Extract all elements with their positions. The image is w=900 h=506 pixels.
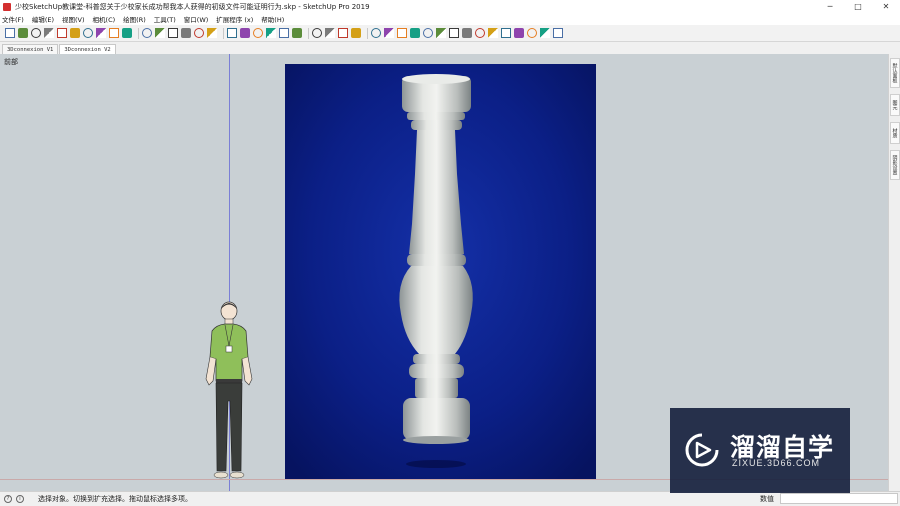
- menu-extensions[interactable]: 扩展程序 (x): [216, 14, 253, 24]
- sketchup-logo-icon: [3, 2, 11, 11]
- sandbox-icon[interactable]: [462, 28, 472, 38]
- x-ray-icon[interactable]: [351, 28, 361, 38]
- select-tool-icon[interactable]: [5, 28, 15, 38]
- rectangle-icon[interactable]: [57, 28, 67, 38]
- axes-icon[interactable]: [423, 28, 433, 38]
- baluster-image: [285, 64, 596, 479]
- watermark-badge: 溜溜自学 ZIXUE.3D66.COM: [670, 408, 850, 493]
- menu-bar: 文件(F) 编辑(E) 视图(V) 相机(C) 绘图(R) 工具(T) 窗口(W…: [0, 13, 900, 25]
- baluster-photo: [285, 64, 596, 479]
- prev-view-icon[interactable]: [292, 28, 302, 38]
- tray-tab-default[interactable]: 默认面板: [890, 58, 900, 88]
- material-icon[interactable]: [540, 28, 550, 38]
- zoom-icon[interactable]: [168, 28, 178, 38]
- tray-tab-materials[interactable]: 材质: [890, 122, 900, 144]
- person-figure: [205, 301, 253, 479]
- menu-edit[interactable]: 编辑(E): [32, 14, 54, 24]
- next-view-icon[interactable]: [312, 28, 322, 38]
- menu-camera[interactable]: 相机(C): [93, 14, 116, 24]
- offset-icon[interactable]: [122, 28, 132, 38]
- window-title: 少校SketchUp教课堂-科普您关于少校家长成功帮我本人获得的初级文件可能证明…: [15, 2, 370, 11]
- follow-me-icon[interactable]: [488, 28, 498, 38]
- measurements-label: 数值: [760, 495, 774, 503]
- help-icon[interactable]: ?: [4, 495, 12, 503]
- pan-icon[interactable]: [155, 28, 165, 38]
- paint-bucket-icon[interactable]: [240, 28, 250, 38]
- zoom-extents-icon[interactable]: [181, 28, 191, 38]
- toolbar-separator: [367, 27, 368, 39]
- info-icon[interactable]: i: [16, 495, 24, 503]
- minimize-button[interactable]: ─: [816, 0, 844, 13]
- 3d-text-icon[interactable]: [436, 28, 446, 38]
- intersect-icon[interactable]: [501, 28, 511, 38]
- main-toolbar: [0, 25, 900, 42]
- section-plane-icon[interactable]: [207, 28, 217, 38]
- status-bar: ? i 选择对象。切换到扩充选择。拖动鼠标选择多项。 数值: [0, 491, 900, 506]
- tape-measure-icon[interactable]: [449, 28, 459, 38]
- scene-tab-1[interactable]: 3Dconnexion V1: [2, 44, 59, 54]
- tray-tab-shadows[interactable]: 阴影设置: [890, 150, 900, 180]
- close-button[interactable]: ✕: [872, 0, 900, 13]
- move-icon[interactable]: [83, 28, 93, 38]
- styles-icon[interactable]: [338, 28, 348, 38]
- scene-tabs: 3Dconnexion V1 3Dconnexion V2: [0, 42, 900, 54]
- watermark-play-icon: [685, 433, 719, 467]
- shadow-icon[interactable]: [553, 28, 563, 38]
- toolbar-separator: [223, 27, 224, 39]
- push-pull-icon[interactable]: [70, 28, 80, 38]
- window-controls: ─ □ ✕: [816, 0, 900, 13]
- menu-tools[interactable]: 工具(T): [154, 14, 176, 24]
- status-message: 选择对象。切换到扩充选择。拖动鼠标选择多项。: [38, 495, 192, 503]
- scale-icon[interactable]: [109, 28, 119, 38]
- pencil-icon[interactable]: [371, 28, 381, 38]
- default-tray: 默认面板 图元 材质 阴影设置: [888, 54, 900, 491]
- view-label: 前部: [4, 58, 18, 66]
- menu-file[interactable]: 文件(F): [2, 14, 24, 24]
- dimension-icon[interactable]: [384, 28, 394, 38]
- menu-draw[interactable]: 绘图(R): [123, 14, 146, 24]
- toolbar-separator: [138, 27, 139, 39]
- standard-views-icon[interactable]: [325, 28, 335, 38]
- arc-icon[interactable]: [44, 28, 54, 38]
- scene-tab-2[interactable]: 3Dconnexion V2: [59, 44, 116, 54]
- menu-view[interactable]: 视图(V): [62, 14, 85, 24]
- title-bar: 少校SketchUp教课堂-科普您关于少校家长成功帮我本人获得的初级文件可能证明…: [0, 0, 900, 13]
- warehouse-icon[interactable]: [253, 28, 263, 38]
- tray-tab-entity[interactable]: 图元: [890, 94, 900, 116]
- text-icon[interactable]: [397, 28, 407, 38]
- watermark-url: ZIXUE.3D66.COM: [732, 458, 821, 468]
- measurements-input[interactable]: [780, 493, 898, 504]
- outer-shell-icon[interactable]: [514, 28, 524, 38]
- maximize-button[interactable]: □: [844, 0, 872, 13]
- sketchup-window: 少校SketchUp教课堂-科普您关于少校家长成功帮我本人获得的初级文件可能证明…: [0, 0, 900, 506]
- toolbar-separator: [308, 27, 309, 39]
- camera-icon[interactable]: [279, 28, 289, 38]
- flip-icon[interactable]: [475, 28, 485, 38]
- orbit-icon[interactable]: [142, 28, 152, 38]
- solid-tools-icon[interactable]: [527, 28, 537, 38]
- eraser-icon[interactable]: [18, 28, 28, 38]
- menu-help[interactable]: 帮助(H): [261, 14, 284, 24]
- extension-icon[interactable]: [266, 28, 276, 38]
- component-icon[interactable]: [227, 28, 237, 38]
- position-camera-icon[interactable]: [194, 28, 204, 38]
- rotate-icon[interactable]: [96, 28, 106, 38]
- line-icon[interactable]: [31, 28, 41, 38]
- menu-window[interactable]: 窗口(W): [184, 14, 209, 24]
- scale-figure[interactable]: [196, 301, 262, 488]
- protractor-icon[interactable]: [410, 28, 420, 38]
